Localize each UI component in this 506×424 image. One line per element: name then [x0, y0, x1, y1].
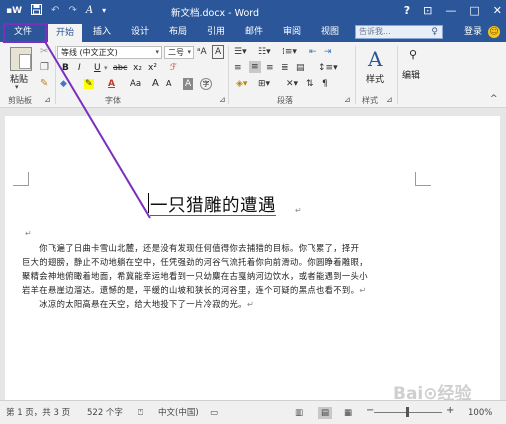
- annotation-arrow: [43, 39, 151, 219]
